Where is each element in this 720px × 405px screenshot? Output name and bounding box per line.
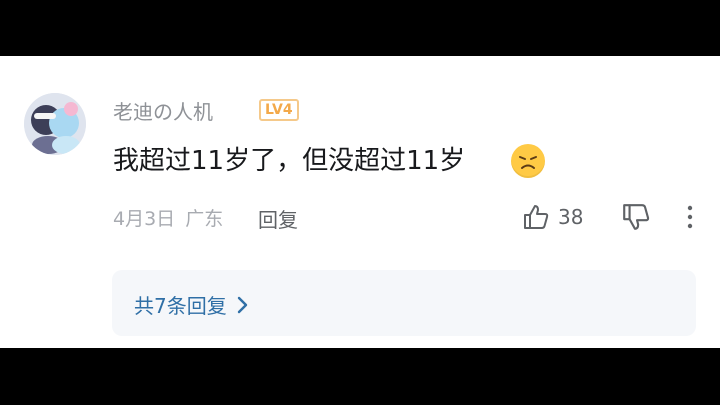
comment-meta: 4月3日 广东 [113, 204, 223, 231]
replies-panel[interactable]: 共7条回复 [112, 270, 696, 336]
level-badge: LV4 [259, 99, 299, 121]
avatar[interactable] [24, 93, 86, 155]
comment-location: 广东 [185, 208, 224, 230]
avatar-image [24, 93, 86, 155]
comment-text: 我超过11岁了，但没超过11岁 [113, 146, 466, 176]
disappointed-face-emoji-icon [511, 144, 545, 178]
like-count: 38 [558, 205, 584, 229]
reply-button[interactable]: 回复 [258, 204, 298, 233]
thumbs-down-icon [623, 204, 650, 230]
more-options-icon[interactable] [680, 204, 700, 230]
view-replies-link[interactable]: 共7条回复 [134, 290, 249, 319]
thumbs-up-icon [524, 205, 549, 229]
comment-date: 4月3日 [113, 208, 176, 230]
dislike-button[interactable] [620, 202, 652, 232]
username[interactable]: 老迪の人机 [113, 96, 213, 125]
comment-card: 老迪の人机 LV4 我超过11岁了，但没超过11岁 4月3日广东 回复 38 [0, 56, 720, 348]
chevron-right-icon [237, 296, 247, 313]
replies-count-label: 共7条回复 [134, 294, 227, 318]
like-button[interactable]: 38 [522, 202, 583, 232]
